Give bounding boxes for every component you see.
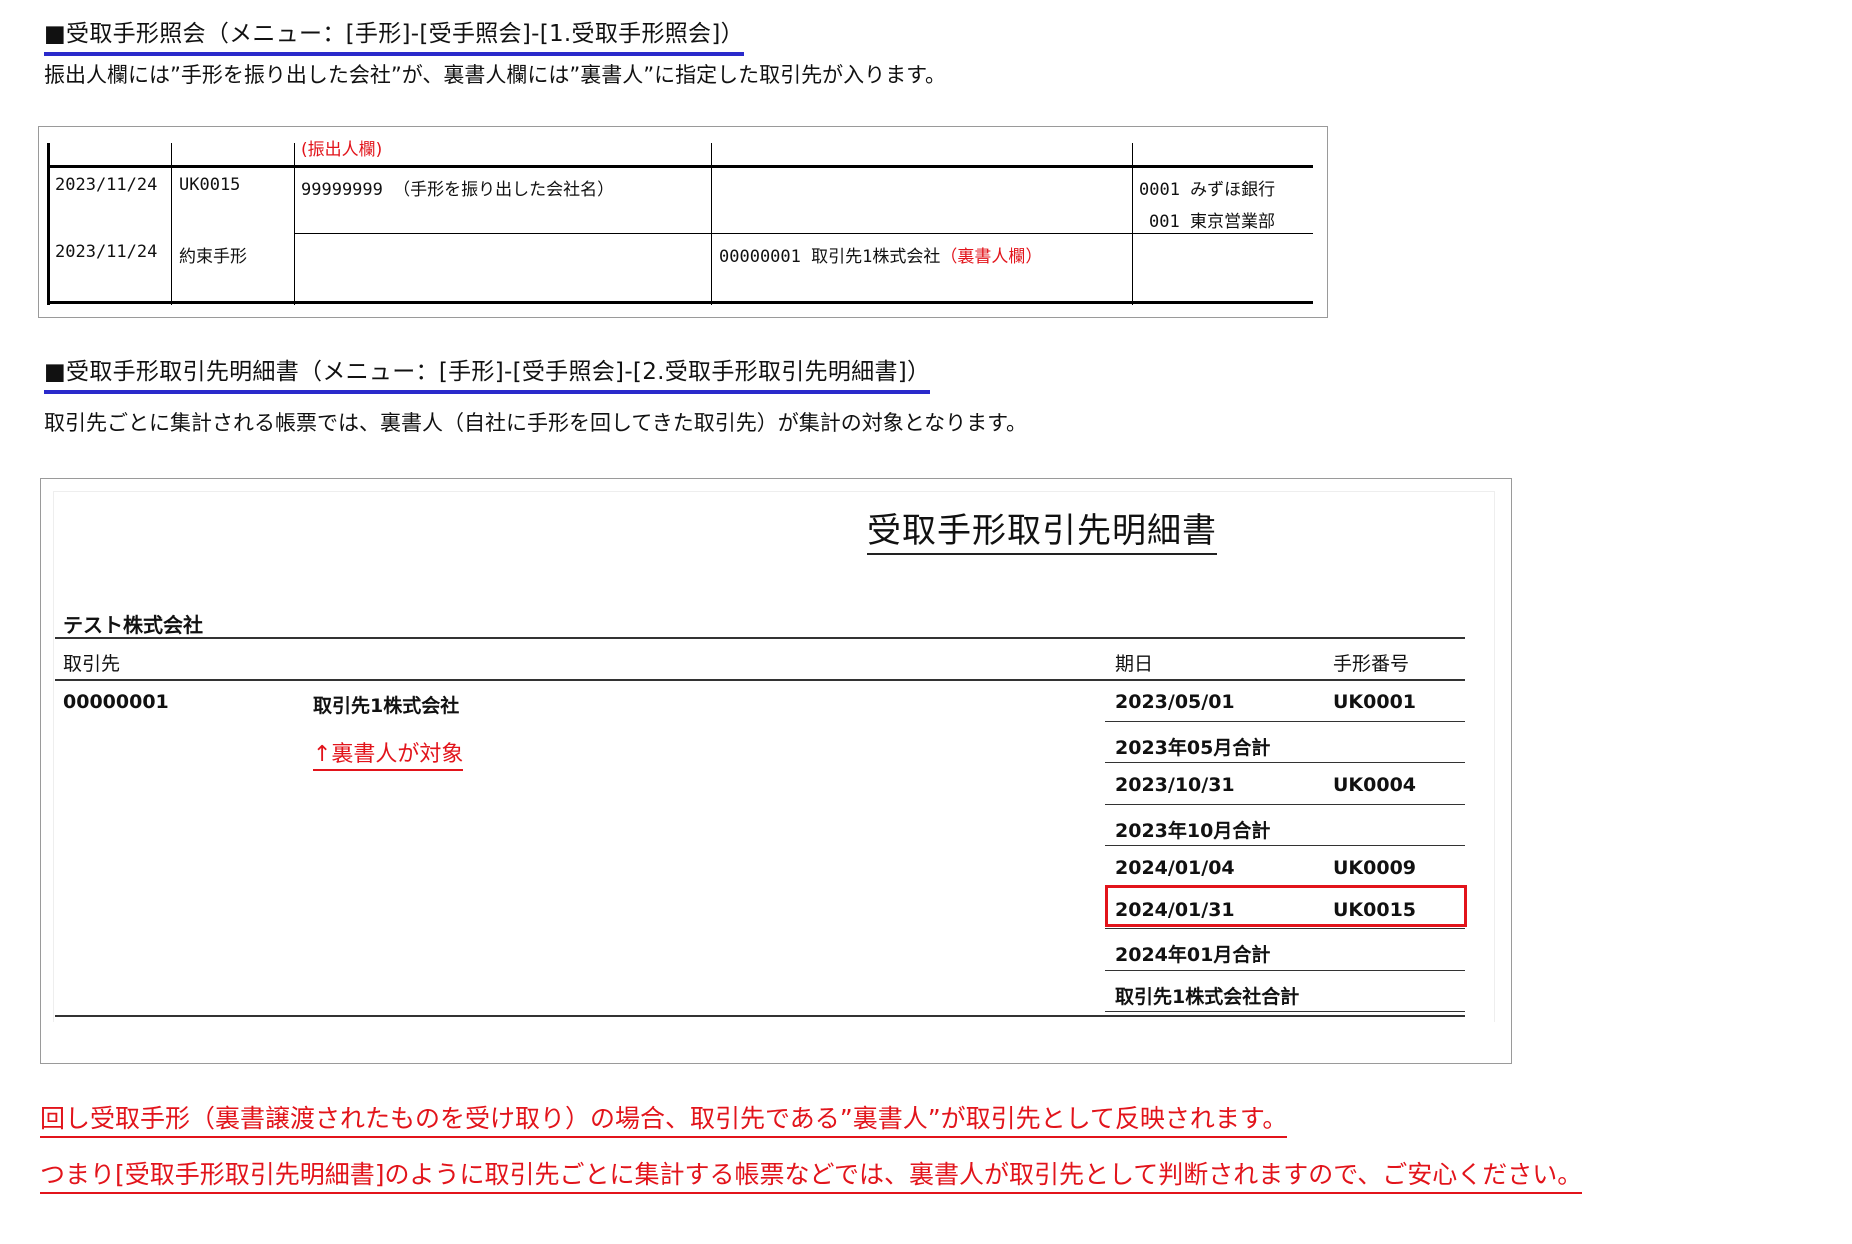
row-due-date: 2023年05月合計 (1115, 736, 1271, 759)
row-divider (1105, 1011, 1465, 1012)
row-due-date: 取引先1株式会社合計 (1115, 985, 1300, 1008)
row-bill-number: UK0009 (1333, 857, 1417, 879)
row2-date: 2023/11/24 (55, 242, 158, 262)
row-divider (1105, 803, 1465, 805)
header-partner: 取引先 (63, 653, 121, 675)
drawer-column-note: (振出人欄) (301, 140, 383, 160)
row-divider (1105, 762, 1465, 763)
report-title: 受取手形取引先明細書 (867, 509, 1217, 555)
endorser-value: 00000001 取引先1株式会社 (719, 247, 941, 267)
row-divider (1105, 845, 1465, 846)
row1-drawer: 99999999 （手形を振り出した会社名） (301, 180, 615, 200)
partner-name: 取引先1株式会社 (313, 695, 460, 717)
row-due-date: 2023/10/31 (1115, 774, 1235, 796)
row1-bill-code: UK0015 (179, 175, 241, 195)
row1-bank-branch: 001 東京営業部 (1149, 212, 1275, 232)
row-due-date: 2023年10月合計 (1115, 819, 1271, 842)
row-bill-number: UK0001 (1333, 691, 1417, 713)
row-divider (1105, 928, 1465, 929)
row-divider (1105, 720, 1465, 722)
section1-description: 振出人欄には”手形を振り出した会社”が、裏書人欄には”裏書人”に指定した取引先が… (44, 63, 946, 87)
row2-endorser: 00000001 取引先1株式会社（裏書人欄） (719, 242, 1042, 267)
highlight-box (1105, 885, 1467, 927)
section1-heading: ■受取手形照会（メニュー：[手形]-[受手照会]-[1.受取手形照会]） (44, 20, 744, 56)
row1-date: 2023/11/24 (55, 175, 158, 195)
header-due-date: 期日 (1115, 653, 1154, 675)
row-due-date: 2024/01/04 (1115, 857, 1235, 879)
bill-inquiry-table-frame: (振出人欄) 2023/11/24 UK0015 99999999 （手形を振り… (38, 126, 1328, 318)
partner-code: 00000001 (63, 691, 169, 713)
note-line-1: 回し受取手形（裏書譲渡されたものを受け取り）の場合、取引先である”裏書人”が取引… (40, 1102, 1288, 1138)
endorser-column-note: （裏書人欄） (940, 247, 1043, 267)
row-bill-number: UK0004 (1333, 774, 1417, 796)
endorser-annotation: ↑裏書人が対象 (313, 741, 464, 771)
header-bill-number: 手形番号 (1333, 653, 1410, 675)
row-divider (1105, 969, 1465, 971)
row-due-date: 2023/05/01 (1115, 691, 1235, 713)
section2-description: 取引先ごとに集計される帳票では、裏書人（自社に手形を回してきた取引先）が集計の対… (44, 411, 1028, 435)
row2-bill-type: 約束手形 (179, 247, 247, 267)
row-due-date: 2024年01月合計 (1115, 944, 1271, 966)
partner-statement-frame: 受取手形取引先明細書 テスト株式会社 取引先 期日 手形番号 00000001 … (40, 478, 1512, 1064)
section2-heading: ■受取手形取引先明細書（メニュー：[手形]-[受手照会]-[2.受取手形取引先明… (44, 358, 931, 394)
report-company: テスト株式会社 (63, 613, 203, 637)
note-line-2: つまり[受取手形取引先明細書]のように取引先ごとに集計する帳票などでは、裏書人が… (40, 1158, 1583, 1194)
row1-bank-name: 0001 みずほ銀行 (1139, 180, 1276, 200)
